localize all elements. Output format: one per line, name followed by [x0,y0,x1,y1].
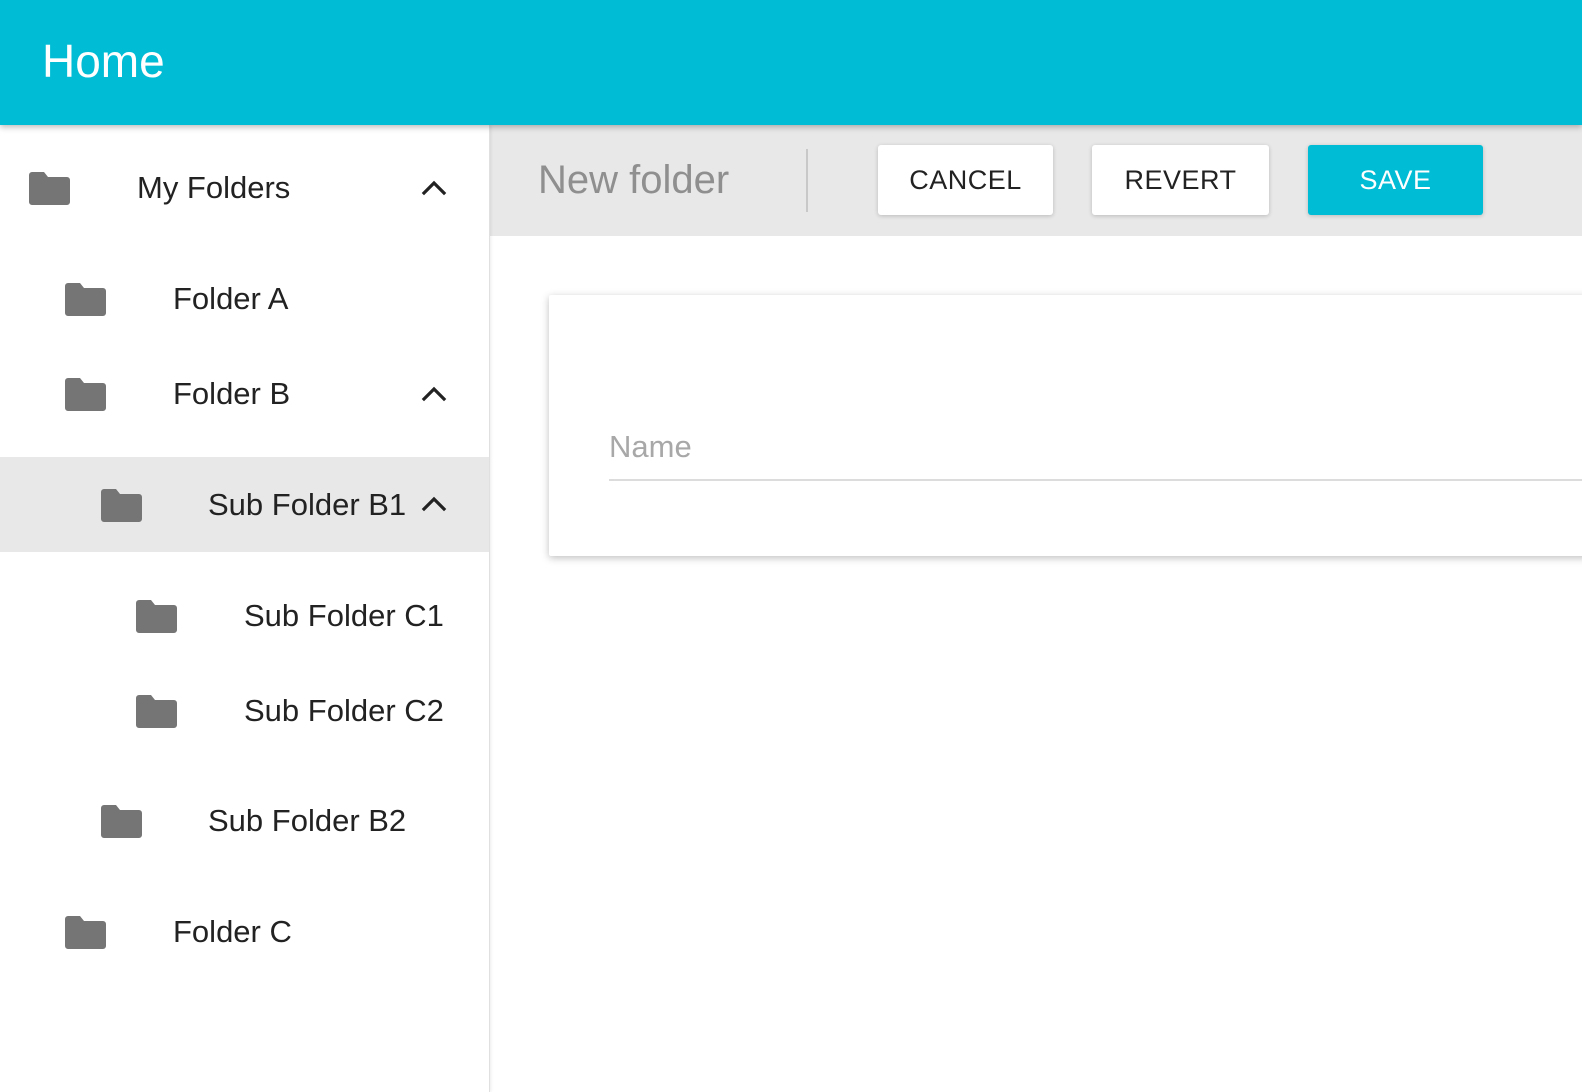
chevron-up-icon[interactable] [420,490,448,518]
folder-icon [136,600,177,633]
folder-icon [29,172,70,205]
tree-item-label: Sub Folder B2 [208,803,407,838]
tree-item-sub-folder-c1[interactable]: Sub Folder C1 [0,552,489,662]
tree-item-label: Folder C [173,914,292,949]
folder-icon [65,378,106,411]
revert-button[interactable]: REVERT [1092,145,1269,215]
toolbar-divider [806,149,808,212]
toolbar-title: New folder [538,158,730,202]
folder-icon [101,489,142,522]
cancel-button[interactable]: CANCEL [878,145,1053,215]
folder-icon [136,695,177,728]
folder-tree-sidebar: My Folders Folder A Folder B Sub Folder … [0,125,490,1092]
tree-item-my-folders[interactable]: My Folders [0,125,489,250]
folder-form-card [549,295,1582,556]
chevron-up-icon[interactable] [420,174,448,202]
tree-item-label: My Folders [137,170,291,205]
tree-item-folder-c[interactable]: Folder C [0,868,489,979]
tree-item-sub-folder-b2[interactable]: Sub Folder B2 [0,757,489,868]
folder-icon [65,916,106,949]
tree-item-sub-folder-c2[interactable]: Sub Folder C2 [0,662,489,757]
app-bar: Home [0,0,1582,125]
tree-item-folder-a[interactable]: Folder A [0,250,489,347]
tree-item-sub-folder-b1[interactable]: Sub Folder B1 [0,457,489,552]
app-title: Home [42,35,165,87]
editor-toolbar: New folder CANCEL REVERT SAVE [490,125,1582,236]
content-area [490,236,1582,1092]
tree-item-label: Sub Folder C2 [244,693,444,728]
tree-item-folder-b[interactable]: Folder B [0,347,489,457]
tree-item-label: Folder B [173,376,291,411]
tree-item-label: Sub Folder C1 [244,598,444,633]
tree-item-label: Folder A [173,281,289,316]
chevron-up-icon[interactable] [420,380,448,408]
save-button[interactable]: SAVE [1308,145,1483,215]
folder-icon [101,805,142,838]
folder-icon [65,283,106,316]
tree-item-label: Sub Folder B1 [208,487,407,522]
name-input[interactable] [609,425,1582,481]
